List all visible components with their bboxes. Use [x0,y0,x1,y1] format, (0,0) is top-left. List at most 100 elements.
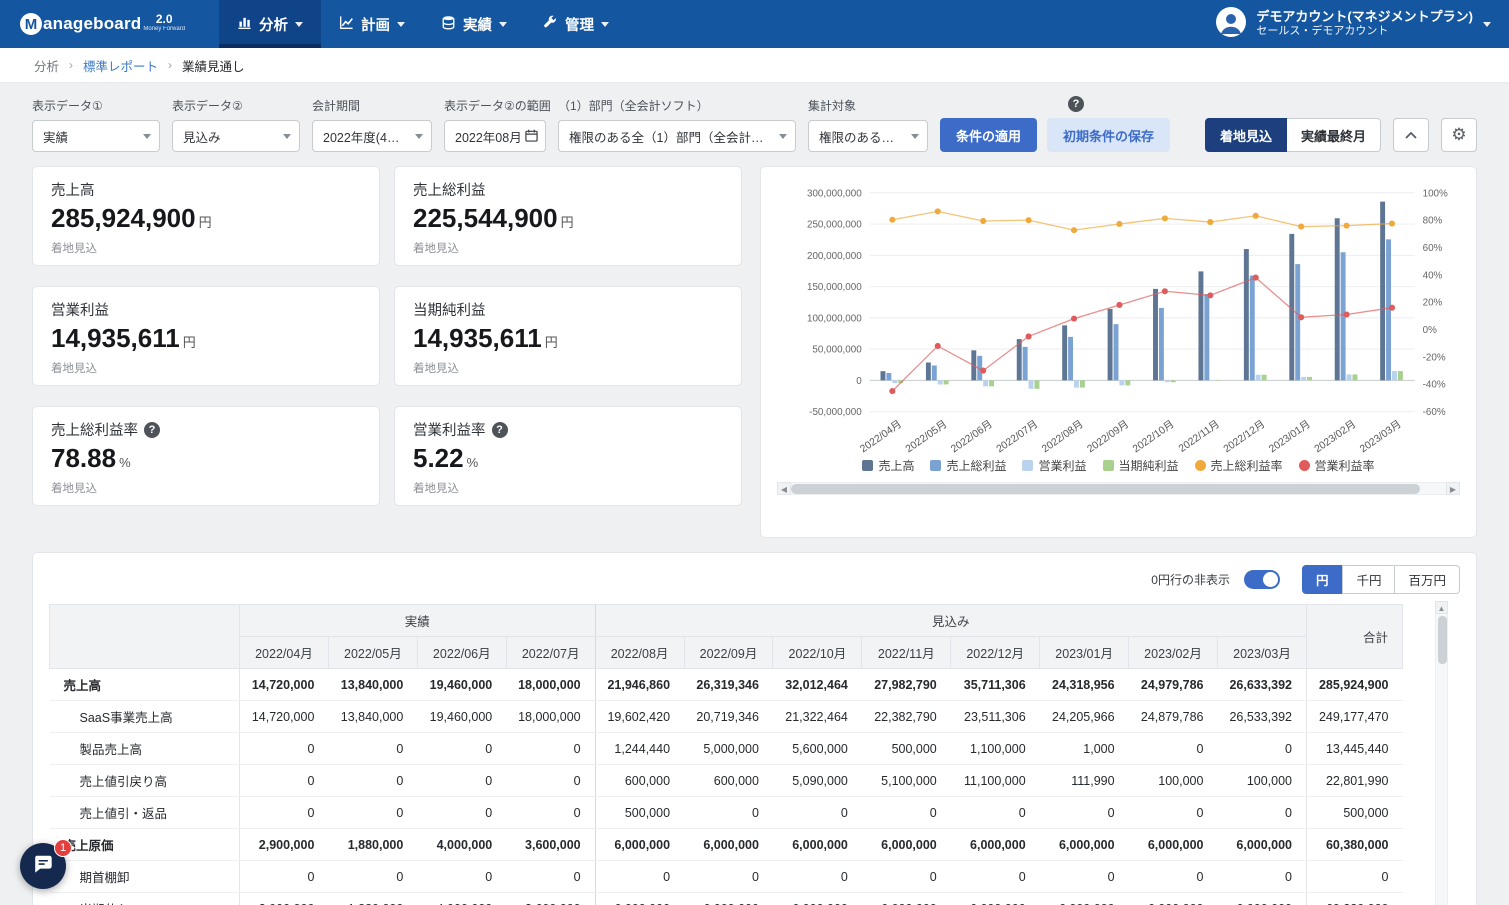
kpi-sublabel: 着地見込 [413,360,723,376]
unit-yen-button[interactable]: 円 [1302,565,1343,594]
cell-value: 24,979,786 [1129,669,1218,701]
legend-item[interactable]: 営業利益 [1022,457,1086,474]
cell-value: 1,100,000 [951,733,1040,765]
fiscal-period-select[interactable]: 2022年度(4月1... [312,120,432,152]
scroll-up-arrow[interactable]: ▲ [1435,601,1448,614]
hide-zero-rows-toggle[interactable] [1244,570,1280,589]
cell-value: 100,000 [1129,765,1218,797]
legend-swatch [1103,460,1114,471]
chevron-down-icon [283,134,291,139]
display-data-2-select[interactable]: 見込み [172,120,300,152]
legend-label: 営業利益 [1038,457,1086,474]
scrollbar-thumb[interactable] [791,484,1420,494]
svg-text:-20%: -20% [1423,352,1446,363]
kpi-card-net-income: 当期純利益 14,935,611円 着地見込 [394,286,742,386]
legend-item[interactable]: 当期純利益 [1103,457,1179,474]
cell-value: 0 [328,765,417,797]
cell-value: 0 [417,797,506,829]
cell-value: 5,600,000 [773,733,862,765]
nav-item-manage[interactable]: 管理 [525,0,627,48]
scroll-left-arrow[interactable]: ◀ [777,482,791,495]
cell-value: 0 [862,861,951,893]
legend-label: 営業利益率 [1315,457,1375,474]
legend-item[interactable]: 売上高 [862,457,914,474]
svg-text:0%: 0% [1423,325,1437,336]
table-row[interactable]: 売上値引戻り高0000600,000600,0005,090,0005,100,… [50,765,1403,797]
table-row[interactable]: 売上高14,720,00013,840,00019,460,00018,000,… [50,669,1403,701]
cell-value: 3,600,000 [506,829,595,861]
nav-item-analysis[interactable]: 分析 [219,0,321,48]
table-row[interactable]: 期首棚卸0000000000000 [50,861,1403,893]
forecast-mode-segment: 着地見込 実績最終月 [1205,118,1381,152]
kpi-title: 売上高 [51,179,95,200]
help-icon[interactable]: ? [1068,96,1084,112]
cell-value: 6,000,000 [862,893,951,905]
legend-item[interactable]: 営業利益率 [1299,457,1375,474]
last-actual-month-button[interactable]: 実績最終月 [1287,118,1381,152]
help-icon[interactable]: ? [144,422,160,438]
table-row[interactable]: SaaS事業売上高14,720,00013,840,00019,460,0001… [50,701,1403,733]
breadcrumb-standard-report[interactable]: 標準レポート [83,56,158,75]
cell-value: 13,840,000 [328,701,417,733]
cell-value: 19,460,000 [417,701,506,733]
kpi-grid: 売上高 285,924,900円 着地見込 売上総利益 225,544,900円… [32,166,742,538]
row-label: 売上値引・返品 [50,797,240,829]
scroll-right-arrow[interactable]: ▶ [1446,482,1460,495]
legend-item[interactable]: 売上総利益 [930,457,1006,474]
table-row[interactable]: 売上原価2,900,0001,880,0004,000,0003,600,000… [50,829,1403,861]
scrollbar-track[interactable] [791,482,1446,495]
table-controls: 0円行の非表示 円 千円 百万円 [49,565,1460,594]
unit-million-yen-button[interactable]: 百万円 [1395,565,1460,594]
row-total: 0 [1307,861,1403,893]
unit-thousand-yen-button[interactable]: 千円 [1342,565,1395,594]
chevron-right-icon: › [168,58,172,72]
filter-label: （1）部門（全会計ソフト） [558,97,796,114]
cell-value: 26,633,392 [1217,669,1306,701]
app-logo[interactable]: Manageboard 2.0 Money Forward [20,0,185,48]
collapse-filters-button[interactable] [1393,118,1429,152]
aggregation-target-select[interactable]: 権限のある全タグ [808,120,928,152]
cell-value: 0 [684,797,773,829]
database-icon [441,15,456,34]
nav-item-results[interactable]: 実績 [423,0,525,48]
landing-forecast-button[interactable]: 着地見込 [1205,118,1287,152]
table-row[interactable]: 売上値引・返品0000500,0000000000500,000 [50,797,1403,829]
department-select[interactable]: 権限のある全（1）部門（全会計ソフト） [558,120,796,152]
group-header-row: 実績 見込み 合計 [50,605,1403,637]
breadcrumb-analysis[interactable]: 分析 [34,56,59,75]
legend-item[interactable]: 売上総利益率 [1195,457,1283,474]
help-icon[interactable]: ? [492,422,508,438]
cell-value: 0 [773,797,862,829]
cell-value: 0 [1040,861,1129,893]
scrollbar-track[interactable] [1435,614,1448,905]
nav-label: 分析 [259,14,288,35]
scrollbar-thumb[interactable] [1438,616,1447,664]
apply-conditions-button[interactable]: 条件の適用 [940,118,1037,152]
table-vertical-scrollbar: ▲ [1435,601,1448,905]
svg-text:0: 0 [856,376,862,387]
svg-text:150,000,000: 150,000,000 [807,282,862,293]
chevron-down-icon [601,22,609,27]
row-total: 22,801,990 [1307,765,1403,797]
nav-item-plan[interactable]: 計画 [321,0,423,48]
display-data-1-select[interactable]: 実績 [32,120,160,152]
row-total: 13,445,440 [1307,733,1403,765]
cell-value: 0 [328,797,417,829]
table-row[interactable]: 当期仕入2,900,0001,880,0004,000,0003,600,000… [50,893,1403,905]
table-row[interactable]: 製品売上高00001,244,4405,000,0005,600,000500,… [50,733,1403,765]
row-total: 60,380,000 [1307,829,1403,861]
filter-display-data-1: 表示データ① 実績 [32,97,160,152]
cell-value: 0 [773,861,862,893]
kpi-title: 当期純利益 [413,299,486,320]
account-menu[interactable]: デモアカウント(マネジメントプラン) セールス・デモアカウント [1216,0,1491,48]
save-initial-conditions-button[interactable]: 初期条件の保存 [1047,118,1170,152]
month-header-row: 2022/04月2022/05月2022/06月2022/07月2022/08月… [50,637,1403,669]
cell-value: 27,982,790 [862,669,951,701]
cell-value: 0 [1217,797,1306,829]
wrench-icon [543,15,558,34]
chat-launcher-button[interactable]: 1 [20,843,66,889]
data2-range-date-input[interactable]: 2022年08月 [444,120,546,152]
kpi-value: 14,935,611円 [413,323,723,354]
cell-value: 2,900,000 [240,829,329,861]
settings-button[interactable]: ⚙ [1441,118,1477,152]
